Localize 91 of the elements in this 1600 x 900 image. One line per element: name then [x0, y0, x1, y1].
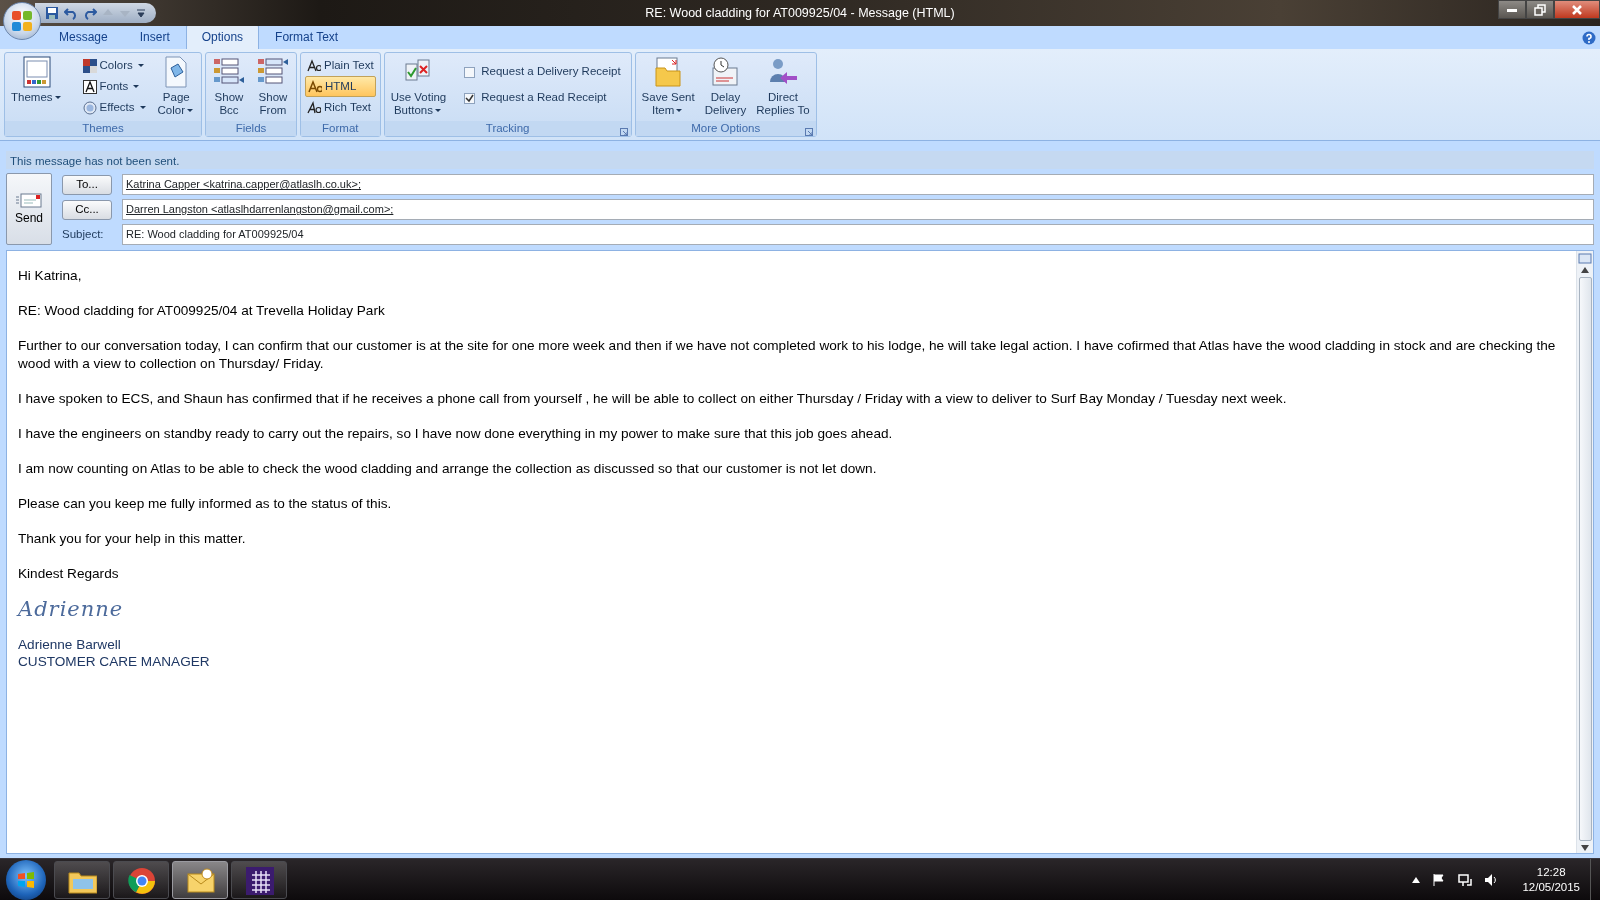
effects-icon [82, 100, 97, 115]
tray-arrow-icon[interactable] [1412, 875, 1421, 884]
body-paragraph: I am now counting on Atlas to be able to check the wood cladding and arrange the collection as discussed so that our customer is not let down. [18, 460, 878, 478]
ribbon-tab[interactable]: Format Text [259, 24, 355, 49]
caret-icon [434, 109, 441, 113]
caret-icon [133, 85, 140, 88]
caret-icon [187, 109, 193, 113]
caret-icon [139, 106, 146, 109]
caret-icon [54, 96, 61, 100]
help-icon[interactable] [1582, 31, 1596, 46]
speaker-icon[interactable] [1484, 872, 1499, 887]
envelope-icon [16, 191, 42, 209]
ribbon-button[interactable]: Effects [80, 97, 150, 118]
plain-text-icon [307, 58, 321, 73]
ribbon-button[interactable]: HTML [305, 76, 376, 97]
office-button[interactable] [3, 2, 41, 40]
close-icon [1571, 3, 1583, 16]
scroll-down-icon[interactable] [1580, 843, 1590, 853]
ribbon-button[interactable]: Show From [254, 55, 292, 118]
office-logo-icon [10, 9, 34, 33]
taskbar-button[interactable] [54, 860, 110, 899]
ribbon-button[interactable]: Use Voting Buttons [388, 55, 449, 118]
clock[interactable]: 12:28 12/05/2015 [1522, 864, 1580, 895]
group-label: Format [322, 122, 359, 134]
ribbon-button[interactable]: Page Color [155, 55, 197, 118]
checkbox[interactable]: Request a Read Receipt [458, 85, 627, 111]
body-paragraph: Further to our conversation today, I can confirm that our customer is at the site for one more week and then if we have not completed work to his lodge, he will take legal action. I have cofirmed that Atlas have the wood cladding in stock and are checking the wood with a view to collection on Thursday/ Friday. [18, 337, 1557, 373]
network-icon[interactable] [1458, 872, 1473, 887]
window-title: RE: Wood cladding for AT009925/04 - Message (HTML) [645, 5, 955, 20]
taskbar-button[interactable] [113, 860, 169, 899]
scrollbar-thumb[interactable] [1578, 277, 1592, 841]
flag-icon[interactable] [1432, 872, 1447, 887]
checkmark-icon [465, 93, 475, 103]
dialog-launcher-icon[interactable] [804, 127, 813, 136]
ribbon-tab[interactable]: Options [185, 24, 260, 49]
undo-icon[interactable] [64, 6, 78, 20]
group-label: Themes [82, 122, 124, 134]
recipient-field[interactable]: Katrina Capper <katrina.capper@atlaslh.co.uk>; [122, 174, 1594, 195]
ribbon-button[interactable]: Delay Delivery [702, 55, 749, 118]
ribbon-button[interactable]: Rich Text [305, 97, 376, 118]
group-label: More Options [691, 122, 761, 134]
body-paragraph: Hi Katrina, [18, 267, 83, 285]
ribbon-button[interactable]: Plain Text [305, 55, 376, 76]
taskbar-button[interactable] [172, 860, 228, 899]
customize-icon[interactable] [136, 7, 146, 19]
ribbon-button[interactable]: Fonts [80, 76, 150, 97]
recipient-field[interactable]: Darren Langston <atlaslhdarrenlangston@gmail.com>; [122, 199, 1594, 220]
caret-icon [676, 109, 683, 113]
subject-field[interactable]: RE: Wood cladding for AT009925/04 [122, 224, 1594, 245]
ribbon-button[interactable]: Show Bcc [210, 55, 248, 118]
colors-icon [82, 58, 97, 73]
close-button[interactable] [1554, 0, 1600, 19]
body-paragraph: Please can you keep me fully informed as to the status of this. [18, 495, 393, 513]
scroll-up-icon[interactable] [1580, 265, 1590, 275]
font-icon [82, 79, 97, 94]
address-button[interactable]: To... [62, 174, 112, 195]
send-button[interactable]: Send [6, 173, 52, 245]
ribbon-tab[interactable]: Insert [123, 24, 186, 49]
caret-icon [137, 64, 144, 67]
grid-app-icon [244, 864, 274, 895]
body-paragraph: I have spoken to ECS, and Shaun has confirmed that if he receives a phone call from yourself , he will be able to collect on either Thursday / Friday with a view to deliver to Surf Bay Monday / Tuesday next week. [18, 390, 1288, 408]
restore-button[interactable] [1526, 0, 1554, 19]
ribbon-button[interactable]: Direct Replies To [754, 55, 812, 118]
body-paragraph: Thank you for your help in this matter. [18, 530, 247, 548]
ribbon-tab[interactable]: Message [43, 24, 124, 49]
address-button[interactable]: Cc... [62, 199, 112, 220]
checkbox[interactable]: Request a Delivery Receipt [458, 59, 627, 85]
body-paragraph: I have the engineers on standby ready to carry out the repairs, so I have now done everything in my power to make sure that this job goes ahead. [18, 425, 894, 443]
info-bar: This message has not been sent. [6, 151, 1594, 169]
field-label: Subject: [62, 226, 105, 242]
ribbon-button[interactable]: Themes [9, 55, 65, 105]
dialog-launcher-icon[interactable] [619, 127, 628, 136]
themes-icon [20, 56, 53, 88]
body-paragraph: RE: Wood cladding for AT009925/04 at Trevella Holiday Park [18, 302, 386, 320]
windows-logo-icon [16, 870, 36, 891]
body-paragraph: Kindest Regards [18, 565, 120, 583]
sender-name: Adrienne Barwell [18, 636, 122, 653]
start-button[interactable] [6, 859, 46, 900]
rich-text-icon [307, 100, 321, 115]
group-label: Tracking [485, 122, 530, 134]
sender-title: CUSTOMER CARE MANAGER [18, 653, 211, 670]
html-format-icon [308, 79, 322, 94]
taskbar-button[interactable] [231, 860, 287, 899]
signature: Adrienne [18, 600, 125, 618]
ribbon-button[interactable]: Colors [80, 55, 150, 76]
ribbon-button[interactable]: Save Sent Item [639, 55, 697, 118]
restore-icon [1534, 3, 1546, 16]
save-icon[interactable] [45, 6, 59, 20]
minimize-button[interactable] [1498, 0, 1526, 19]
group-label: Fields [235, 122, 267, 134]
redo-icon[interactable] [83, 6, 97, 20]
